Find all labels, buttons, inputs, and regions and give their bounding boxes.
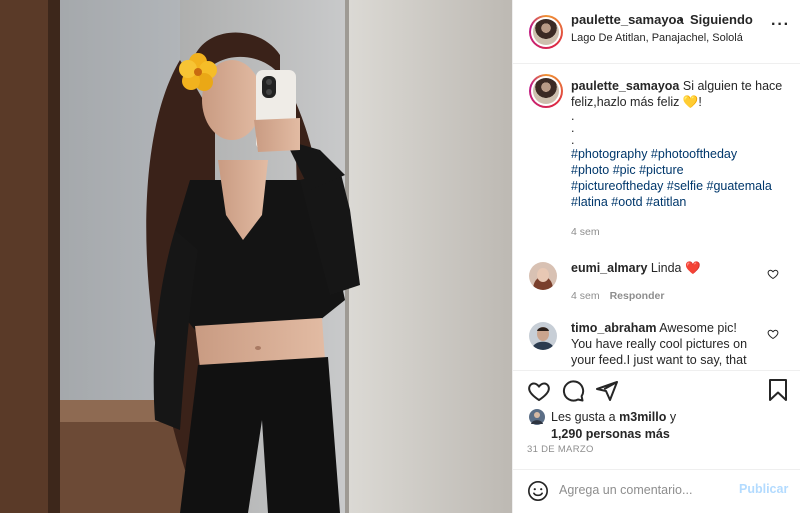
author-avatar[interactable] (529, 15, 563, 49)
comment-meta: 4 sem Responder (571, 288, 761, 304)
author-username[interactable]: paulette_samayoa (571, 12, 684, 27)
caption-dots: . . . (571, 109, 786, 147)
caption-dot: . (571, 121, 575, 135)
like-comment-heart-icon[interactable] (767, 268, 779, 280)
follow-status-button[interactable]: Siguiendo (690, 12, 753, 27)
more-options-icon[interactable]: ··· (771, 16, 790, 34)
hashtag-line[interactable]: #photography #photooftheday (571, 147, 737, 161)
emoji-smiley-icon[interactable] (527, 480, 549, 502)
comment-age: 4 sem (571, 290, 600, 302)
comment-input[interactable] (559, 480, 729, 500)
avatar-photo (529, 262, 557, 290)
post-side-panel: paulette_samayoa • Siguiendo Lago De Ati… (512, 0, 800, 513)
share-paper-plane-icon[interactable] (595, 379, 619, 403)
comment-item: eumi_almary Linda ❤️ 4 sem Responder (571, 260, 761, 304)
caption-dot: . (571, 133, 575, 147)
hashtag-line[interactable]: #pictureoftheday #selfie #guatemala (571, 179, 772, 193)
caption-username[interactable]: paulette_samayoa (571, 79, 679, 93)
selfie-image (0, 0, 512, 513)
caption-age: 4 sem (571, 226, 600, 238)
comment-item: timo_abraham Awesome pic! You have reall… (571, 320, 761, 368)
avatar-photo (529, 322, 557, 350)
post-date[interactable]: 31 DE MARZO (527, 444, 594, 455)
post-header: paulette_samayoa • Siguiendo Lago De Ati… (513, 0, 800, 64)
likes-summary: Les gusta a m3millo y 1,290 personas más (529, 409, 676, 443)
hashtag-line[interactable]: #photo #pic #picture (571, 163, 684, 177)
post-actions: Les gusta a m3millo y 1,290 personas más… (513, 370, 800, 510)
reply-button[interactable]: Responder (610, 290, 665, 302)
comment-username[interactable]: timo_abraham (571, 321, 656, 335)
commenter-avatar[interactable] (529, 262, 557, 290)
post-caption: paulette_samayoa Si alguien te hace feli… (571, 78, 786, 240)
liker-username[interactable]: m3millo (619, 410, 666, 424)
post-photo[interactable] (0, 0, 512, 513)
caption-author-avatar[interactable] (529, 74, 563, 108)
commenter-avatar[interactable] (529, 322, 557, 350)
post-location[interactable]: Lago De Atitlan, Panajachel, Sololá (571, 32, 743, 44)
likes-count[interactable]: 1,290 personas más (551, 427, 670, 441)
comment-username[interactable]: eumi_almary (571, 261, 647, 275)
caption-dot: . (571, 109, 575, 123)
separator-dot: • (679, 12, 684, 27)
add-comment-bar: Publicar (513, 469, 800, 511)
comment-text: Linda ❤️ (650, 261, 701, 275)
likes-connector: y (669, 410, 677, 424)
like-comment-heart-icon[interactable] (767, 328, 779, 340)
hashtag-line[interactable]: #latina #ootd #atitlan (571, 195, 686, 209)
caption-hashtags: #photography #photooftheday #photo #pic … (571, 146, 786, 210)
likes-prefix: Les gusta a (551, 410, 616, 424)
comments-list[interactable]: paulette_samayoa Si alguien te hace feli… (513, 64, 800, 370)
publish-comment-button[interactable]: Publicar (739, 482, 788, 496)
liker-avatar[interactable] (529, 409, 545, 425)
save-bookmark-icon[interactable] (767, 378, 789, 402)
like-heart-icon[interactable] (527, 379, 551, 403)
comment-bubble-icon[interactable] (561, 379, 585, 403)
